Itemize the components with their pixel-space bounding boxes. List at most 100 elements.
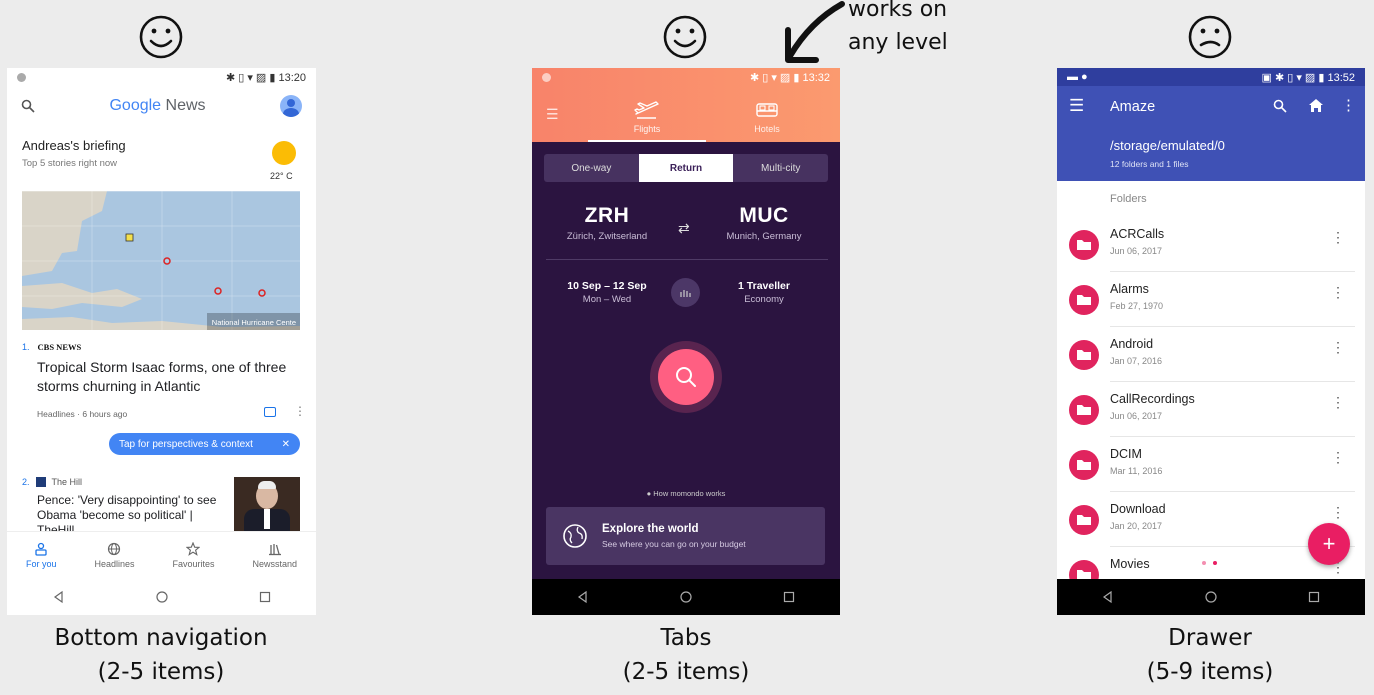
app-header: ▬ ● ▣ ✱ ▯ ▾ ▨ ▮ 13:52 ☰ Amaze ⋮ /storage… — [1057, 68, 1365, 181]
current-path[interactable]: /storage/emulated/0 — [1110, 138, 1225, 153]
bottom-navigation: For you Headlines Favourites Newsstand — [7, 531, 316, 579]
tab-hotels[interactable]: Hotels — [708, 92, 826, 142]
overflow-menu-icon[interactable]: ⋮ — [1341, 96, 1356, 114]
status-time: 13:52 — [1327, 71, 1355, 84]
app-title: Amaze — [1110, 99, 1156, 115]
back-icon[interactable] — [1100, 589, 1116, 605]
more-options-icon[interactable]: ⋮ — [1331, 449, 1345, 466]
home-icon[interactable] — [1203, 589, 1219, 605]
more-options-icon[interactable]: ⋮ — [1331, 504, 1345, 521]
folder-icon — [1069, 230, 1099, 260]
swap-icon[interactable]: ⇄ — [678, 220, 690, 237]
recents-icon[interactable] — [781, 589, 797, 605]
recents-icon[interactable] — [257, 589, 273, 605]
notification-dot-icon — [542, 72, 551, 82]
logo-google: Google — [109, 97, 162, 114]
nav-item-favourites[interactable]: Favourites — [172, 542, 215, 569]
nav-item-newsstand[interactable]: Newsstand — [252, 542, 297, 569]
close-icon[interactable]: ✕ — [282, 439, 290, 450]
more-options-icon[interactable]: ⋮ — [1331, 284, 1345, 301]
perspectives-tooltip[interactable]: Tap for perspectives & context ✕ — [109, 433, 300, 455]
tab-flights[interactable]: Flights — [588, 92, 706, 142]
travel-dates[interactable]: 10 Sep – 12 Sep Mon – Wed — [552, 280, 662, 305]
status-bar: ✱ ▯ ▾ ▨ ▮ 13:20 — [7, 68, 316, 86]
trip-type-selector: One-way Return Multi-city — [544, 154, 828, 182]
home-icon[interactable] — [678, 589, 694, 605]
bed-icon — [756, 103, 778, 117]
hurricane-map[interactable]: National Hurricane Cente — [22, 191, 300, 330]
list-item[interactable]: Alarms Feb 27, 1970 ⋮ — [1057, 272, 1365, 327]
search-icon[interactable] — [21, 99, 35, 113]
traveller-count: 1 Traveller — [738, 280, 790, 292]
origin-airport[interactable]: ZRH Zürich, Zwitserland — [552, 204, 662, 242]
caption-tabs: Tabs (2-5 items) — [536, 621, 836, 689]
publisher-name: The Hill — [51, 477, 83, 487]
nav-item-headlines[interactable]: Headlines — [94, 542, 135, 569]
folder-name: ACRCalls — [1110, 227, 1165, 241]
add-fab-button[interactable]: + — [1308, 523, 1350, 565]
story-number: 2. — [22, 477, 30, 487]
avatar[interactable] — [279, 95, 302, 117]
how-it-works-link[interactable]: ● How momondo works — [532, 489, 840, 498]
list-item[interactable]: DCIM Mar 11, 2016 ⋮ — [1057, 437, 1365, 492]
story-1-headline[interactable]: Tropical Storm Isaac forms, one of three… — [37, 358, 287, 396]
status-icons: ✱ ▯ ▾ ▨ ▮ — [225, 71, 279, 84]
briefing-title: Andreas's briefing — [22, 138, 126, 153]
flexible-dates-icon[interactable] — [671, 278, 700, 307]
annotation-line-1: works on — [848, 0, 948, 22]
caption-title: Tabs — [660, 625, 712, 651]
travellers-selector[interactable]: 1 Traveller Economy — [709, 280, 819, 305]
folder-icon — [1069, 285, 1099, 315]
folder-icon — [1069, 505, 1099, 535]
date-days: Mon – Wed — [582, 294, 632, 305]
more-options-icon[interactable]: ⋮ — [294, 404, 306, 418]
destination-airport[interactable]: MUC Munich, Germany — [709, 204, 819, 242]
temperature: 22° C — [270, 171, 293, 181]
briefing-subtitle: Top 5 stories right now — [22, 158, 118, 169]
story-number: 1. — [22, 342, 30, 352]
explore-title: Explore the world — [602, 523, 699, 535]
nav-item-for-you[interactable]: For you — [26, 542, 57, 569]
list-item[interactable]: ACRCalls Jun 06, 2017 ⋮ — [1057, 217, 1365, 272]
list-item[interactable]: CallRecordings Jun 06, 2017 ⋮ — [1057, 382, 1365, 437]
folder-icon — [1069, 340, 1099, 370]
story-1-meta: Headlines · 6 hours ago — [37, 409, 128, 419]
status-bar: ✱ ▯ ▾ ▨ ▮ 13:32 — [532, 68, 840, 86]
trip-type-multi-city[interactable]: Multi-city — [733, 154, 828, 182]
back-icon[interactable] — [51, 589, 67, 605]
amaze-file-manager-screen: ▬ ● ▣ ✱ ▯ ▾ ▨ ▮ 13:52 ☰ Amaze ⋮ /storage… — [1057, 68, 1365, 615]
story-2-source-row: 2. The Hill — [22, 477, 82, 487]
status-left-icons: ▬ ● — [1067, 71, 1088, 83]
list-item[interactable]: Android Jan 07, 2016 ⋮ — [1057, 327, 1365, 382]
cabin-class: Economy — [744, 294, 784, 305]
folder-date: Jan 20, 2017 — [1110, 521, 1163, 531]
trip-type-one-way[interactable]: One-way — [544, 154, 639, 182]
more-options-icon[interactable]: ⋮ — [1331, 394, 1345, 411]
folder-name: Alarms — [1110, 282, 1149, 296]
folder-name: Movies — [1110, 557, 1150, 571]
home-icon[interactable] — [154, 589, 170, 605]
back-icon[interactable] — [575, 589, 591, 605]
menu-icon[interactable]: ☰ — [546, 106, 559, 123]
section-header: Folders — [1110, 193, 1147, 205]
trip-type-return[interactable]: Return — [638, 154, 734, 182]
airplane-icon — [634, 101, 659, 119]
folder-name: DCIM — [1110, 447, 1142, 461]
happy-face-icon — [139, 15, 183, 59]
momondo-screen: ✱ ▯ ▾ ▨ ▮ 13:32 ☰ Flights Hotels One-way… — [532, 68, 840, 615]
home-icon[interactable] — [1308, 98, 1324, 113]
globe-icon — [563, 524, 587, 548]
explore-world-card[interactable]: Explore the world See where you can go o… — [546, 507, 825, 565]
explore-subtitle: See where you can go on your budget — [602, 539, 746, 549]
hamburger-menu-icon[interactable]: ☰ — [1069, 96, 1084, 116]
story-2-thumbnail[interactable] — [234, 477, 300, 537]
star-icon — [186, 542, 201, 556]
full-coverage-icon[interactable] — [264, 407, 276, 417]
more-options-icon[interactable]: ⋮ — [1331, 339, 1345, 356]
search-button[interactable] — [658, 349, 714, 405]
recents-icon[interactable] — [1306, 589, 1322, 605]
search-icon[interactable] — [1273, 99, 1287, 113]
divider — [546, 259, 828, 260]
more-options-icon[interactable]: ⋮ — [1331, 229, 1345, 246]
search-icon — [676, 367, 696, 387]
